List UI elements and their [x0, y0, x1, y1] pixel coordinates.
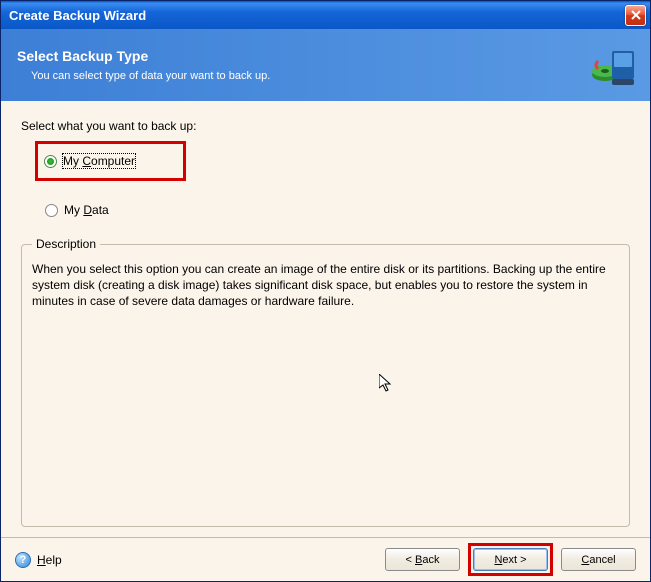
close-icon	[631, 10, 641, 20]
wizard-buttons: < Back Next > Cancel	[385, 548, 636, 571]
backup-type-options: My Computer My Data	[21, 147, 630, 221]
next-button[interactable]: Next >	[473, 548, 548, 571]
page-title: Select Backup Type	[17, 48, 590, 64]
wizard-window: Create Backup Wizard Select Backup Type …	[0, 0, 651, 582]
backup-disk-icon	[590, 41, 638, 89]
wizard-header: Select Backup Type You can select type o…	[1, 29, 650, 101]
selection-prompt: Select what you want to back up:	[21, 119, 630, 133]
title-bar[interactable]: Create Backup Wizard	[1, 1, 650, 29]
wizard-footer: ? Help < Back Next > Cancel	[1, 537, 650, 581]
description-legend: Description	[32, 237, 100, 251]
option-my-data[interactable]: My Data	[45, 199, 630, 221]
close-button[interactable]	[625, 5, 646, 26]
page-subtitle: You can select type of data your want to…	[17, 70, 590, 82]
cancel-button[interactable]: Cancel	[561, 548, 636, 571]
option-my-computer-label: My Computer	[63, 154, 135, 168]
description-box: Description When you select this option …	[21, 237, 630, 527]
header-text-block: Select Backup Type You can select type o…	[17, 48, 590, 82]
window-title: Create Backup Wizard	[9, 8, 625, 23]
highlight-my-computer: My Computer	[35, 141, 186, 181]
radio-my-computer[interactable]	[44, 155, 57, 168]
help-link[interactable]: ? Help	[15, 552, 62, 568]
back-button[interactable]: < Back	[385, 548, 460, 571]
help-icon: ?	[15, 552, 31, 568]
description-text: When you select this option you can crea…	[32, 261, 619, 310]
option-my-computer[interactable]: My Computer	[44, 150, 135, 172]
highlight-next: Next >	[468, 543, 553, 576]
option-my-data-label: My Data	[64, 203, 109, 217]
content-area: Select what you want to back up: My Comp…	[1, 101, 650, 537]
radio-my-data[interactable]	[45, 204, 58, 217]
help-label: Help	[37, 553, 62, 567]
